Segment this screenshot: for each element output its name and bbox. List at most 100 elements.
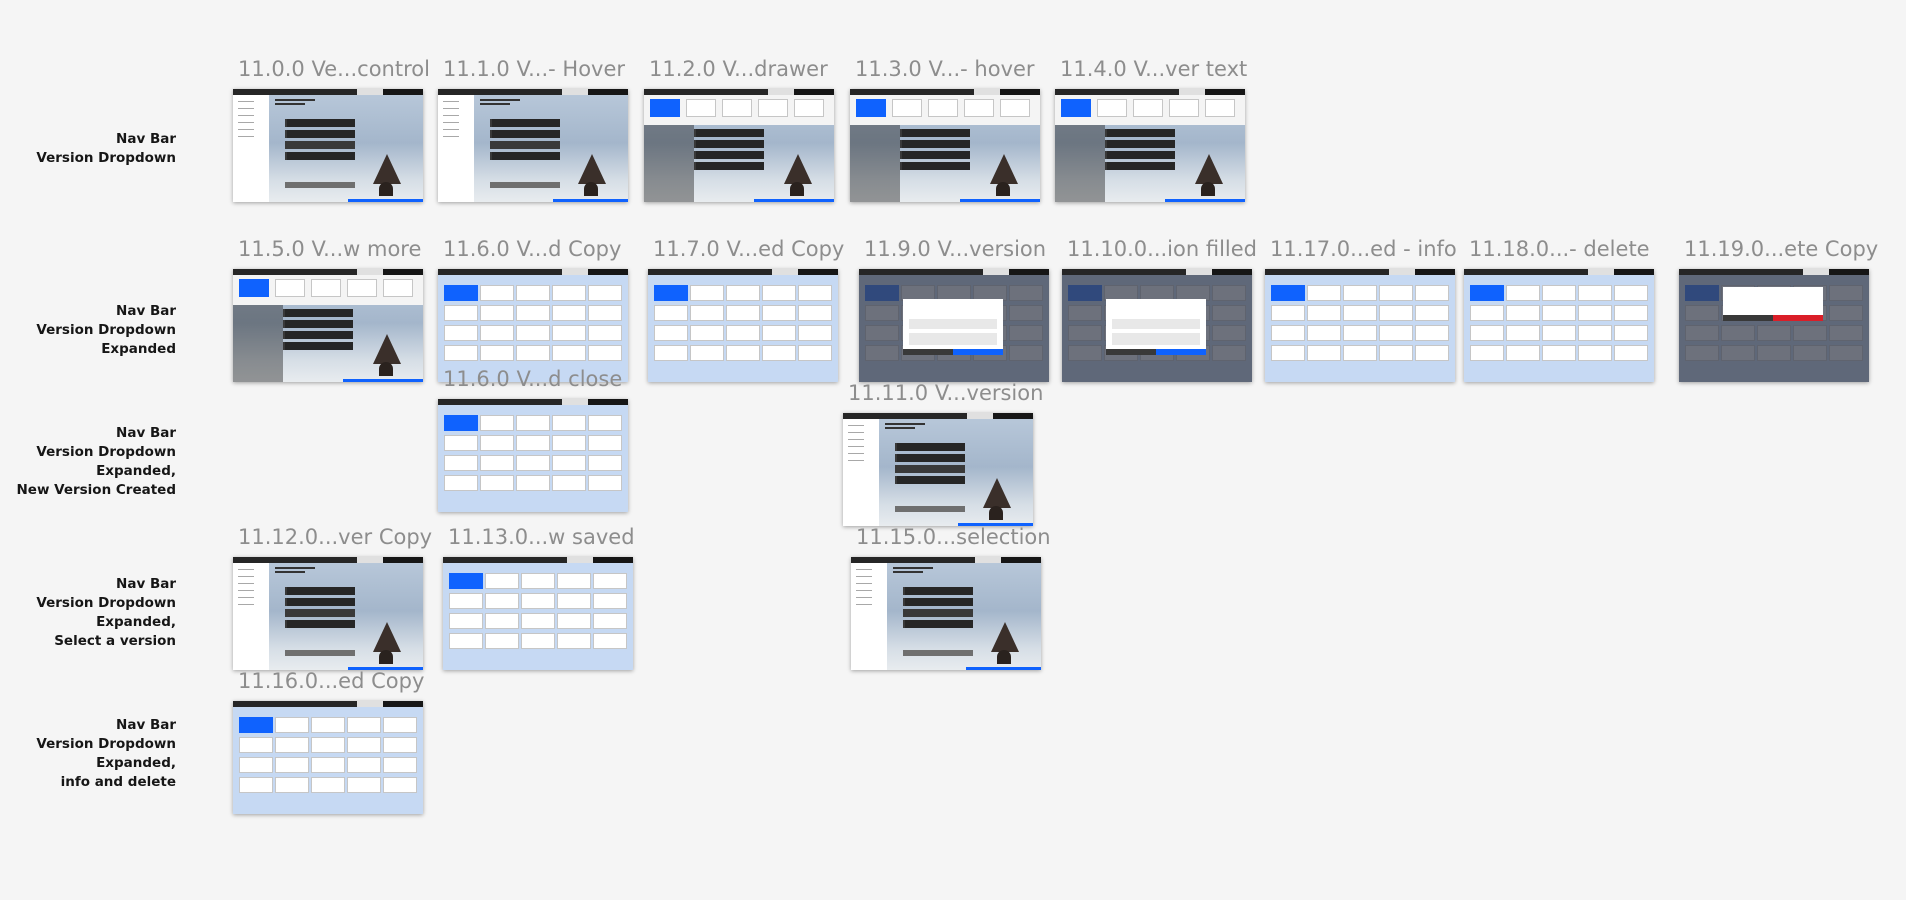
artboard-title[interactable]: 11.15.0...selection	[856, 525, 1051, 549]
hero-heading	[893, 567, 933, 569]
artboard-title[interactable]: 11.7.0 V...ed Copy	[653, 237, 844, 261]
new-version-modal	[903, 299, 1003, 355]
ship-hull	[989, 506, 1003, 520]
row-label-expanded: Nav Bar Version Dropdown Expanded	[36, 302, 176, 359]
screen-thumbnail[interactable]	[233, 701, 423, 814]
primary-action	[348, 199, 423, 202]
version-drawer	[850, 95, 1040, 125]
side-nav	[843, 419, 879, 526]
option-list	[285, 587, 355, 631]
version-grid	[233, 707, 423, 814]
row-label-line: Version Dropdown	[36, 444, 176, 460]
screen-thumbnail[interactable]	[851, 557, 1041, 670]
artboard-title[interactable]: 11.12.0...ver Copy	[238, 525, 432, 549]
screen-thumbnail[interactable]	[644, 89, 834, 202]
artboard-title[interactable]: 11.2.0 V...drawer	[649, 57, 828, 81]
artboard-title[interactable]: 11.0.0 Ve...control	[238, 57, 430, 81]
artboard-title[interactable]: 11.4.0 V...ver text	[1060, 57, 1247, 81]
row-label-line: Expanded	[101, 341, 176, 357]
option-list	[895, 443, 965, 487]
delete-modal	[1723, 287, 1823, 321]
row-label-line: Select a version	[54, 633, 176, 649]
artboard-title[interactable]: 11.17.0...ed - info	[1270, 237, 1457, 261]
screen-thumbnail[interactable]	[1679, 269, 1869, 382]
hero-subheading	[893, 571, 923, 573]
row-label-line: info and delete	[60, 774, 176, 790]
screen-thumbnail[interactable]	[438, 89, 628, 202]
row-label-line: Expanded,	[96, 755, 176, 771]
screen-thumbnail[interactable]	[648, 269, 838, 382]
artboard-title[interactable]: 11.18.0...- delete	[1469, 237, 1650, 261]
screen-thumbnail[interactable]	[1055, 89, 1245, 202]
screen-thumbnail[interactable]	[443, 557, 633, 670]
hero-heading	[480, 99, 520, 101]
hero-subheading	[885, 427, 915, 429]
screen-thumbnail[interactable]	[850, 89, 1040, 202]
side-nav	[438, 95, 474, 202]
screen-thumbnail[interactable]	[843, 413, 1033, 526]
new-version-modal	[1106, 299, 1206, 355]
screen-thumbnail[interactable]	[233, 89, 423, 202]
option-list	[900, 129, 970, 173]
footer-bar	[895, 506, 965, 512]
ship-shape	[373, 622, 401, 652]
primary-action	[754, 199, 834, 202]
artboard-title[interactable]: 11.3.0 V...- hover	[855, 57, 1035, 81]
artboard-title[interactable]: 11.9.0 V...version	[864, 237, 1046, 261]
row-label-line: Nav Bar	[116, 576, 176, 592]
screen-thumbnail[interactable]	[1265, 269, 1455, 382]
hero-heading	[275, 567, 315, 569]
row-label-line: Nav Bar	[116, 425, 176, 441]
hero-subheading	[275, 103, 305, 105]
side-nav	[233, 95, 269, 202]
hero-heading	[885, 423, 925, 425]
ship-shape	[1195, 154, 1223, 184]
hero-heading	[275, 99, 315, 101]
screen-thumbnail[interactable]	[1464, 269, 1654, 382]
artboard-title[interactable]: 11.6.0 V...d Copy	[443, 237, 621, 261]
row-label-line: Version Dropdown	[36, 150, 176, 166]
artboard-title[interactable]: 11.6.0 V...d close	[443, 367, 622, 391]
option-list	[694, 129, 764, 173]
ship-hull	[790, 182, 804, 196]
screen-thumbnail[interactable]	[438, 269, 628, 382]
screen-thumbnail[interactable]	[438, 399, 628, 512]
primary-action	[343, 379, 423, 382]
ship-hull	[584, 182, 598, 196]
artboard-title[interactable]: 11.13.0...w saved	[448, 525, 635, 549]
footer-bar	[285, 650, 355, 656]
version-grid	[438, 405, 628, 512]
ship-hull	[996, 182, 1010, 196]
row-label-version-dropdown: Nav Bar Version Dropdown	[36, 130, 176, 168]
version-grid	[1464, 275, 1654, 382]
hero-subheading	[275, 571, 305, 573]
artboard-title[interactable]: 11.19.0...ete Copy	[1684, 237, 1878, 261]
version-grid	[1265, 275, 1455, 382]
ship-shape	[578, 154, 606, 184]
screen-thumbnail[interactable]	[1062, 269, 1252, 382]
artboard-title[interactable]: 11.11.0 V...version	[848, 381, 1043, 405]
row-label-line: Nav Bar	[116, 131, 176, 147]
screen-thumbnail[interactable]	[859, 269, 1049, 382]
version-grid	[438, 275, 628, 382]
footer-bar	[903, 650, 973, 656]
footer-bar	[490, 182, 560, 188]
artboard-title[interactable]: 11.5.0 V...w more	[238, 237, 421, 261]
ship-hull	[379, 362, 393, 376]
version-drawer	[1055, 95, 1245, 125]
row-label-new-version-created: Nav Bar Version Dropdown Expanded, New V…	[16, 424, 176, 500]
ship-shape	[990, 154, 1018, 184]
side-nav	[233, 563, 269, 670]
artboard-title[interactable]: 11.1.0 V...- Hover	[443, 57, 625, 81]
screen-thumbnail[interactable]	[233, 557, 423, 670]
ship-shape	[373, 154, 401, 184]
artboard-title[interactable]: 11.16.0...ed Copy	[238, 669, 424, 693]
row-label-line: New Version Created	[16, 482, 176, 498]
row-label-line: Expanded,	[96, 463, 176, 479]
ship-shape	[983, 478, 1011, 508]
row-label-info-and-delete: Nav Bar Version Dropdown Expanded, info …	[36, 716, 176, 792]
option-list	[1105, 129, 1175, 173]
screen-thumbnail[interactable]	[233, 269, 423, 382]
artboard-title[interactable]: 11.10.0...ion filled	[1067, 237, 1257, 261]
side-nav	[851, 563, 887, 670]
